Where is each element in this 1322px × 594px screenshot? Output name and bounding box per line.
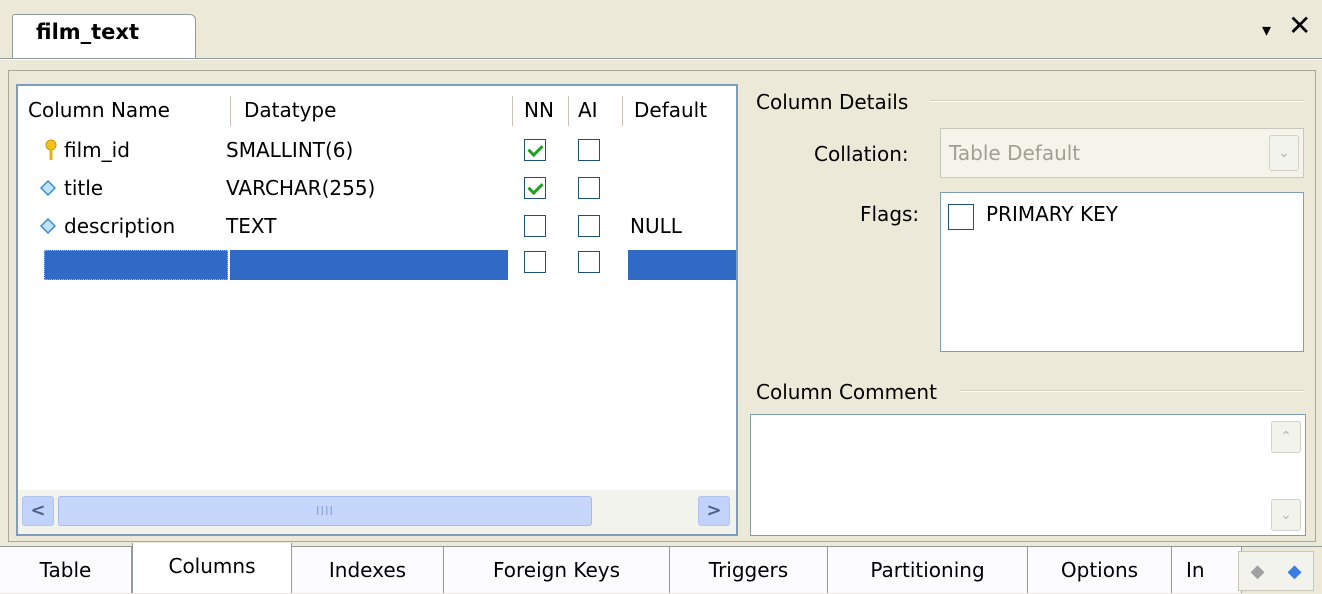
nn-checkbox[interactable] xyxy=(524,139,546,161)
tab-triggers[interactable]: Triggers xyxy=(670,547,828,593)
header-nn[interactable]: NN xyxy=(524,86,554,134)
scroll-left-icon[interactable]: < xyxy=(22,496,54,526)
tab-partitioning[interactable]: Partitioning xyxy=(828,547,1028,593)
close-icon[interactable]: ✕ xyxy=(1288,12,1311,40)
header-column-name[interactable]: Column Name xyxy=(28,86,170,134)
header-default[interactable]: Default xyxy=(634,86,707,134)
editor-tabs: Table Columns Indexes Foreign Keys Trigg… xyxy=(0,543,1322,594)
tab-options[interactable]: Options xyxy=(1028,547,1172,593)
table-row[interactable]: description TEXT NULL xyxy=(18,212,736,240)
tab-scroll-left-icon[interactable]: ◆ xyxy=(1251,561,1265,582)
diamond-icon xyxy=(40,180,56,196)
scroll-thumb[interactable]: IIII xyxy=(58,496,592,526)
primary-key-label[interactable]: PRIMARY KEY xyxy=(986,202,1118,226)
scroll-up-icon[interactable]: ⌃ xyxy=(1271,421,1301,453)
diamond-icon xyxy=(40,218,56,234)
document-tab-label: film_text xyxy=(36,20,140,44)
cell-default: NULL xyxy=(630,214,682,238)
cell-column-name: title xyxy=(64,176,104,200)
cell-default-selected[interactable] xyxy=(628,250,736,280)
table-row[interactable]: film_id SMALLINT(6) xyxy=(18,136,736,164)
ai-checkbox[interactable] xyxy=(578,215,600,237)
cell-column-name-selected[interactable] xyxy=(44,250,228,280)
tab-scroll-buttons: ◆ ◆ xyxy=(1238,551,1314,591)
nn-checkbox[interactable] xyxy=(524,215,546,237)
header-separator xyxy=(512,96,513,126)
flags-label: Flags: xyxy=(860,202,920,226)
tab-inserts[interactable]: In xyxy=(1172,547,1242,593)
cell-datatype: SMALLINT(6) xyxy=(226,138,354,162)
column-comment-title: Column Comment xyxy=(756,380,937,404)
header-datatype[interactable]: Datatype xyxy=(244,86,336,134)
ai-checkbox[interactable] xyxy=(578,251,600,273)
collation-label: Collation: xyxy=(814,142,909,166)
cell-column-name: description xyxy=(64,214,176,238)
horizontal-scrollbar[interactable]: < IIII > xyxy=(18,490,736,534)
chevron-down-icon[interactable]: ⌄ xyxy=(1269,135,1299,171)
collation-value: Table Default xyxy=(949,141,1081,165)
nn-checkbox[interactable] xyxy=(524,177,546,199)
scroll-down-icon[interactable]: ⌄ xyxy=(1271,499,1301,531)
tab-scroll-right-icon[interactable]: ◆ xyxy=(1288,561,1302,582)
tab-table[interactable]: Table xyxy=(0,547,132,593)
header-separator xyxy=(230,96,231,126)
column-details-title: Column Details xyxy=(756,90,909,114)
primary-key-checkbox[interactable] xyxy=(948,204,974,230)
group-divider xyxy=(930,100,1304,102)
header-separator xyxy=(622,96,623,126)
cell-datatype-selected[interactable] xyxy=(230,250,508,280)
cell-column-name: film_id xyxy=(64,138,130,162)
column-comment-textarea[interactable]: ⌃ ⌄ xyxy=(750,414,1306,536)
cell-datatype: VARCHAR(255) xyxy=(226,176,376,200)
group-divider xyxy=(960,390,1304,392)
scroll-right-icon[interactable]: > xyxy=(698,496,730,526)
table-row[interactable]: title VARCHAR(255) xyxy=(18,174,736,202)
tab-indexes[interactable]: Indexes xyxy=(292,547,444,593)
ai-checkbox[interactable] xyxy=(578,139,600,161)
document-tab-strip xyxy=(0,0,1322,60)
tab-menu-icon[interactable]: ▾ xyxy=(1262,20,1271,41)
nn-checkbox[interactable] xyxy=(524,251,546,273)
ai-checkbox[interactable] xyxy=(578,177,600,199)
cell-datatype: TEXT xyxy=(226,214,277,238)
tab-columns[interactable]: Columns xyxy=(132,543,292,593)
columns-grid[interactable]: Column Name Datatype NN AI Default film_… xyxy=(16,84,738,536)
key-icon xyxy=(45,139,57,160)
collation-select[interactable]: Table Default ⌄ xyxy=(940,128,1304,178)
tab-strip-divider xyxy=(0,58,1322,60)
header-ai[interactable]: AI xyxy=(578,86,598,134)
header-separator xyxy=(568,96,569,126)
table-row-new[interactable] xyxy=(18,248,736,280)
tab-foreign-keys[interactable]: Foreign Keys xyxy=(444,547,670,593)
